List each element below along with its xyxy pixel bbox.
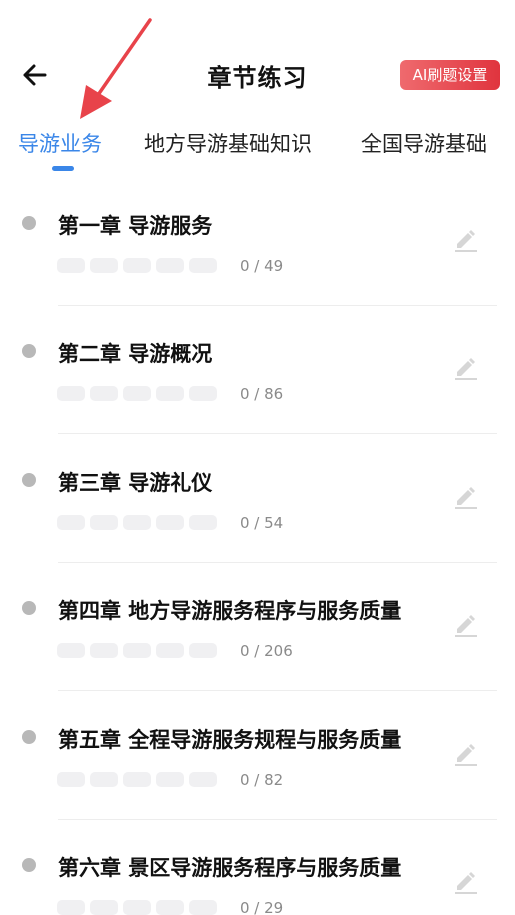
chapter-item[interactable]: 第三章 导游礼仪 0 / 54 [0,435,515,563]
question-count: 0 / 54 [240,514,284,532]
chapter-item[interactable]: 第一章 导游服务 0 / 49 [0,178,515,306]
chapter-title: 第一章 导游服务 [58,214,213,238]
chapter-title: 第二章 导游概况 [58,342,213,366]
question-count: 0 / 82 [240,771,284,789]
ai-practice-settings-button[interactable]: AI刷题设置 [400,60,500,90]
edit-pencil-icon[interactable] [453,226,479,252]
active-tab-indicator [52,166,74,171]
question-count: 0 / 49 [240,257,284,275]
edit-pencil-icon[interactable] [453,740,479,766]
edit-pencil-icon[interactable] [453,354,479,380]
question-count: 0 / 86 [240,385,284,403]
chapter-item[interactable]: 第四章 地方导游服务程序与服务质量 0 / 206 [0,563,515,691]
chapter-item[interactable]: 第二章 导游概况 0 / 86 [0,306,515,434]
chapter-title: 第三章 导游礼仪 [58,471,213,495]
chapter-item[interactable]: 第六章 景区导游服务程序与服务质量 0 / 29 [0,820,515,915]
chapter-title: 第六章 景区导游服务程序与服务质量 [58,856,402,880]
divider [58,433,497,434]
edit-pencil-icon[interactable] [453,868,479,894]
edit-pencil-icon[interactable] [453,483,479,509]
status-dot [22,344,36,358]
status-dot [22,858,36,872]
header: 章节练习 AI刷题设置 [0,0,515,120]
app-screen: 章节练习 AI刷题设置 导游业务 地方导游基础知识 全国导游基础 第一章 导游服… [0,0,515,915]
tab-local-tour-guide-basics[interactable]: 地方导游基础知识 [144,128,312,158]
category-tabs: 导游业务 地方导游基础知识 全国导游基础 [0,128,515,178]
status-dot [22,601,36,615]
tab-tour-guide-business[interactable]: 导游业务 [18,128,102,158]
question-count: 0 / 206 [240,642,293,660]
chapter-item[interactable]: 第五章 全程导游服务规程与服务质量 0 / 82 [0,692,515,820]
divider [58,690,497,691]
edit-pencil-icon[interactable] [453,611,479,637]
question-count: 0 / 29 [240,899,284,915]
status-dot [22,216,36,230]
status-dot [22,730,36,744]
status-dot [22,473,36,487]
tab-national-tour-guide-basics[interactable]: 全国导游基础 [361,128,487,158]
chapter-title: 第四章 地方导游服务程序与服务质量 [58,599,402,623]
chapter-title: 第五章 全程导游服务规程与服务质量 [58,728,402,752]
